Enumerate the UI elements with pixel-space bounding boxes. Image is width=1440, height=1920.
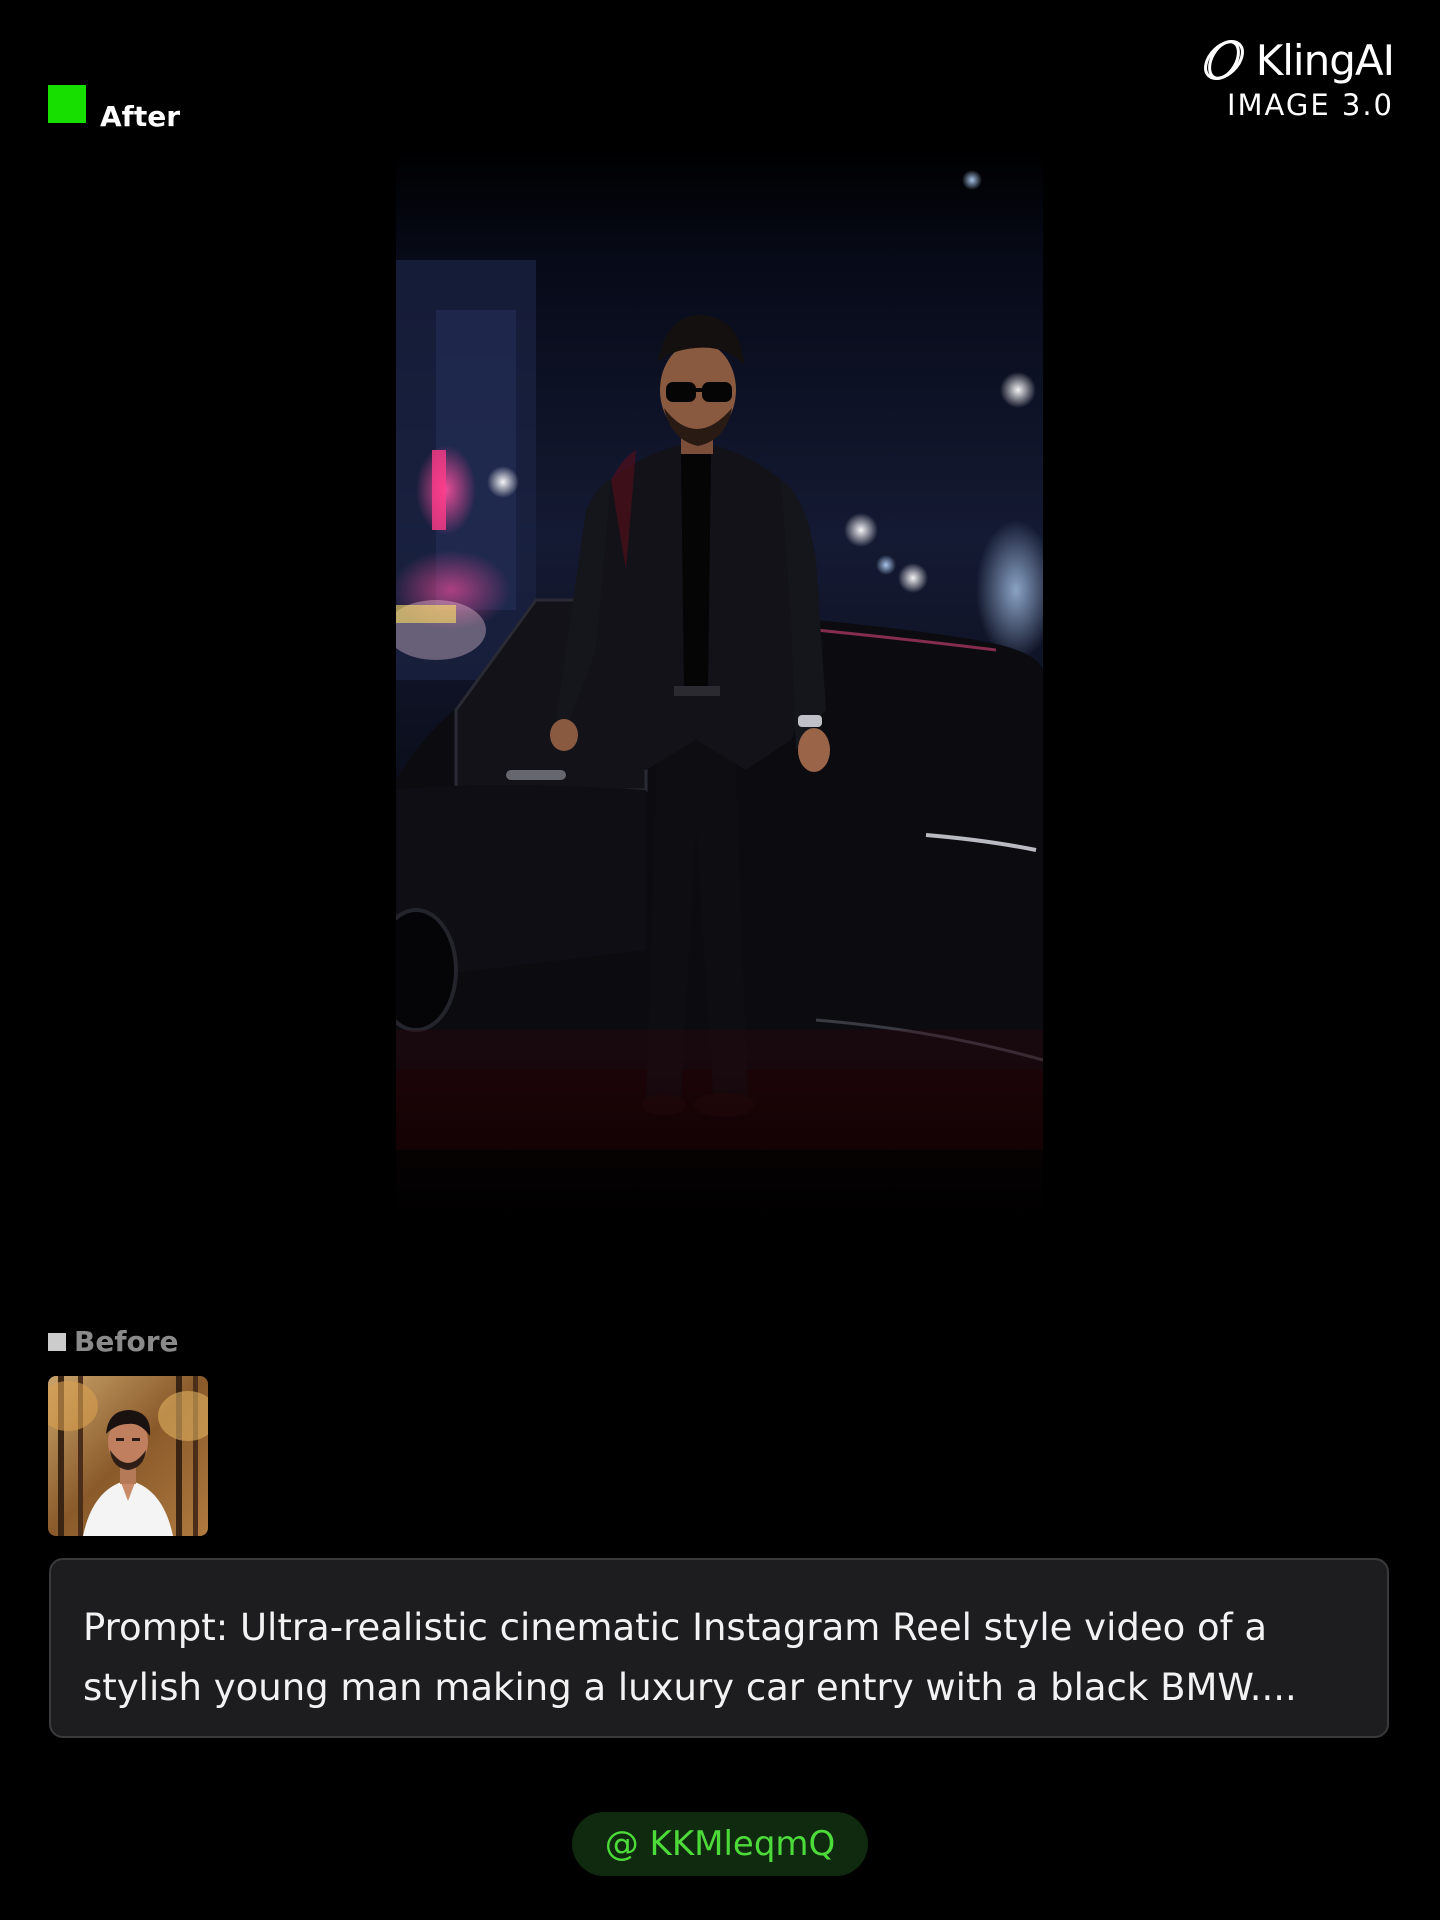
kling-logo-icon xyxy=(1203,40,1244,80)
before-label: Before xyxy=(48,1325,179,1358)
after-label: After xyxy=(48,85,180,133)
before-image[interactable] xyxy=(48,1376,208,1536)
after-color-marker xyxy=(48,85,86,123)
before-color-marker xyxy=(48,1332,66,1351)
prompt-box[interactable]: Prompt: Ultra-realistic cinematic Instag… xyxy=(49,1558,1389,1738)
prompt-line-1: Prompt: Ultra-realistic cinematic Instag… xyxy=(83,1606,1268,1649)
after-label-text: After xyxy=(100,99,181,133)
brand-name: KlingAI xyxy=(1255,35,1395,85)
user-handle-text: @ KKMleqmQ xyxy=(604,1824,836,1864)
user-handle-badge[interactable]: @ KKMleqmQ xyxy=(572,1812,868,1876)
before-label-text: Before xyxy=(74,1325,179,1358)
after-image xyxy=(396,150,1043,1260)
prompt-line-2: stylish young man making a luxury car en… xyxy=(83,1666,1297,1709)
brand-logo-block: KlingAI IMAGE 3.0 xyxy=(1174,32,1395,122)
brand-subtitle: IMAGE 3.0 xyxy=(1226,88,1394,122)
